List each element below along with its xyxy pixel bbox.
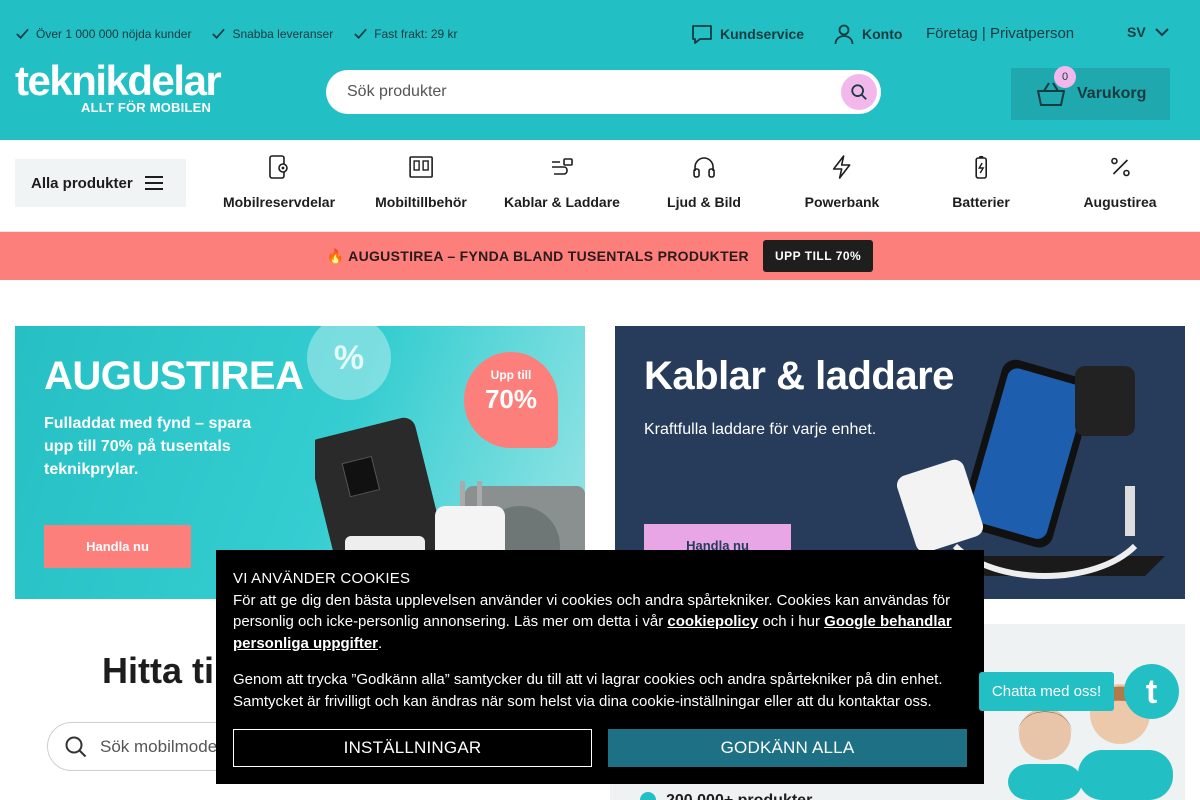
banner-title: Kablar & laddare — [644, 354, 954, 398]
cookie-settings-button[interactable]: INSTÄLLNINGAR — [233, 729, 592, 767]
banner-subtitle: Fulladdat med fynd – spara upp till 70% … — [44, 415, 252, 478]
usp-shipping: Fast frakt: 29 kr — [374, 26, 458, 41]
chat-label[interactable]: Chatta med oss! — [979, 672, 1114, 711]
all-products-label: Alla produkter — [31, 174, 133, 192]
deal-badge-big: 70% — [484, 384, 538, 414]
nav-item-mobilreservdelar[interactable]: Mobilreservdelar — [223, 154, 335, 210]
language-label: SV — [1127, 24, 1146, 40]
nav-item-batterier[interactable]: Batterier — [952, 154, 1010, 210]
shop-now-button[interactable]: Handla nu — [44, 525, 191, 568]
cookiepolicy-link[interactable]: cookiepolicy — [667, 613, 758, 630]
cookie-consent-text: Genom att trycka ”Godkänn alla” samtycke… — [233, 671, 943, 710]
usp-customers: Över 1 000 000 nöjda kunder — [36, 26, 192, 41]
nav-item-label: Mobiltillbehör — [375, 194, 467, 210]
bullet-icon — [640, 792, 656, 800]
battery-icon — [975, 156, 987, 179]
cart-count-badge: 0 — [1054, 66, 1076, 88]
logo-tagline: ALLT FÖR MOBILEN — [81, 100, 212, 115]
usp-delivery: Snabba leveranser — [232, 26, 334, 41]
usp-bar: Över 1 000 000 nöjda kunder Snabba lever… — [15, 26, 458, 41]
nav-item-augustirea[interactable]: Augustirea — [1083, 154, 1157, 210]
chat-launcher-button[interactable]: t — [1124, 664, 1179, 719]
search-input[interactable] — [347, 83, 881, 101]
deal-badge-small: Upp till — [490, 368, 532, 382]
customer-service-link[interactable]: Kundservice — [690, 22, 804, 46]
checkmark-icon — [354, 28, 367, 39]
chat-bubble-icon — [692, 25, 712, 44]
business-link[interactable]: Företag — [926, 25, 978, 42]
account-label: Konto — [862, 26, 903, 42]
product-search — [326, 70, 881, 114]
nav-item-label: Ljud & Bild — [667, 194, 741, 210]
lightning-icon — [833, 155, 851, 179]
chat-logo-icon: t — [1145, 672, 1158, 711]
banner-subtitle: Kraftfulla laddare för varje enhet. — [644, 421, 877, 438]
language-selector[interactable]: SV — [1127, 24, 1170, 40]
search-icon — [65, 736, 87, 757]
logo-wordmark: teknikdelar — [15, 57, 222, 104]
model-finder-title: Hitta till — [102, 650, 234, 691]
cart-label: Varukorg — [1077, 85, 1147, 102]
search-button[interactable] — [841, 74, 877, 110]
cart-button[interactable]: 0 Varukorg — [1011, 66, 1170, 120]
customer-type-switch: Företag | Privatperson — [926, 25, 1074, 42]
basket-wrapper: 0 — [1035, 66, 1076, 110]
nav-item-label: Batterier — [952, 194, 1010, 210]
nav-item-ljud-bild[interactable]: Ljud & Bild — [667, 154, 741, 210]
promo-text: 🔥 AUGUSTIREA – FYNDA BLAND TUSENTALS PRO… — [326, 247, 749, 264]
cookie-text-end: . — [378, 634, 383, 652]
headphones-icon — [693, 157, 715, 178]
site-header: Över 1 000 000 nöjda kunder Snabba lever… — [0, 0, 1200, 140]
banner-title: AUGUSTIREA — [44, 354, 304, 398]
cookie-consent-dialog: VI ANVÄNDER COOKIES För att ge dig den b… — [216, 550, 984, 784]
accept-all-button[interactable]: GODKÄNN ALLA — [608, 729, 967, 767]
site-logo[interactable]: teknikdelar ALLT FÖR MOBILEN — [15, 57, 230, 116]
cookie-description: För att ge dig den bästa upplevelsen anv… — [233, 590, 967, 655]
checkmark-icon — [212, 28, 226, 39]
phone-gear-icon — [269, 155, 288, 179]
nav-item-label: Augustirea — [1083, 194, 1157, 210]
promo-strip[interactable]: 🔥 AUGUSTIREA – FYNDA BLAND TUSENTALS PRO… — [0, 232, 1200, 280]
nav-item-label: Powerbank — [804, 194, 880, 210]
promo-pill[interactable]: UPP TILL 70% — [762, 240, 874, 272]
search-icon — [851, 84, 867, 100]
category-nav: Alla produkter Mobilreservdelar Mobiltil… — [0, 140, 1200, 232]
user-icon — [834, 24, 854, 45]
usp-item: Fast frakt: 29 kr — [353, 26, 458, 41]
cookie-buttons: INSTÄLLNINGAR GODKÄNN ALLA — [233, 729, 967, 767]
accessories-icon — [409, 156, 433, 178]
deal-badge: Upp till 70% — [464, 352, 558, 448]
nav-item-kablar-laddare[interactable]: Kablar & Laddare — [504, 154, 620, 210]
cookie-title: VI ANVÄNDER COOKIES — [233, 570, 411, 587]
account-link[interactable]: Konto — [832, 22, 902, 46]
nav-item-mobiltillbehor[interactable]: Mobiltillbehör — [375, 154, 467, 210]
percent-icon — [1110, 157, 1130, 177]
usp-item: Snabba leveranser — [211, 26, 333, 41]
all-products-button[interactable]: Alla produkter — [15, 159, 186, 207]
nav-item-label: Kablar & Laddare — [504, 194, 620, 210]
checkmark-icon — [16, 28, 29, 39]
separator: | — [977, 25, 990, 42]
usp-item: Över 1 000 000 nöjda kunder — [15, 26, 191, 41]
cable-icon — [552, 158, 573, 175]
side-panel-text: 200 000+ produkter — [666, 792, 812, 800]
hamburger-icon — [145, 176, 163, 190]
customer-service-label: Kundservice — [720, 26, 805, 42]
private-link[interactable]: Privatperson — [990, 25, 1074, 42]
cookie-text-middle: och i hur — [758, 613, 825, 630]
nav-item-powerbank[interactable]: Powerbank — [804, 154, 880, 210]
chevron-down-icon — [1154, 28, 1169, 37]
nav-item-label: Mobilreservdelar — [222, 194, 336, 210]
